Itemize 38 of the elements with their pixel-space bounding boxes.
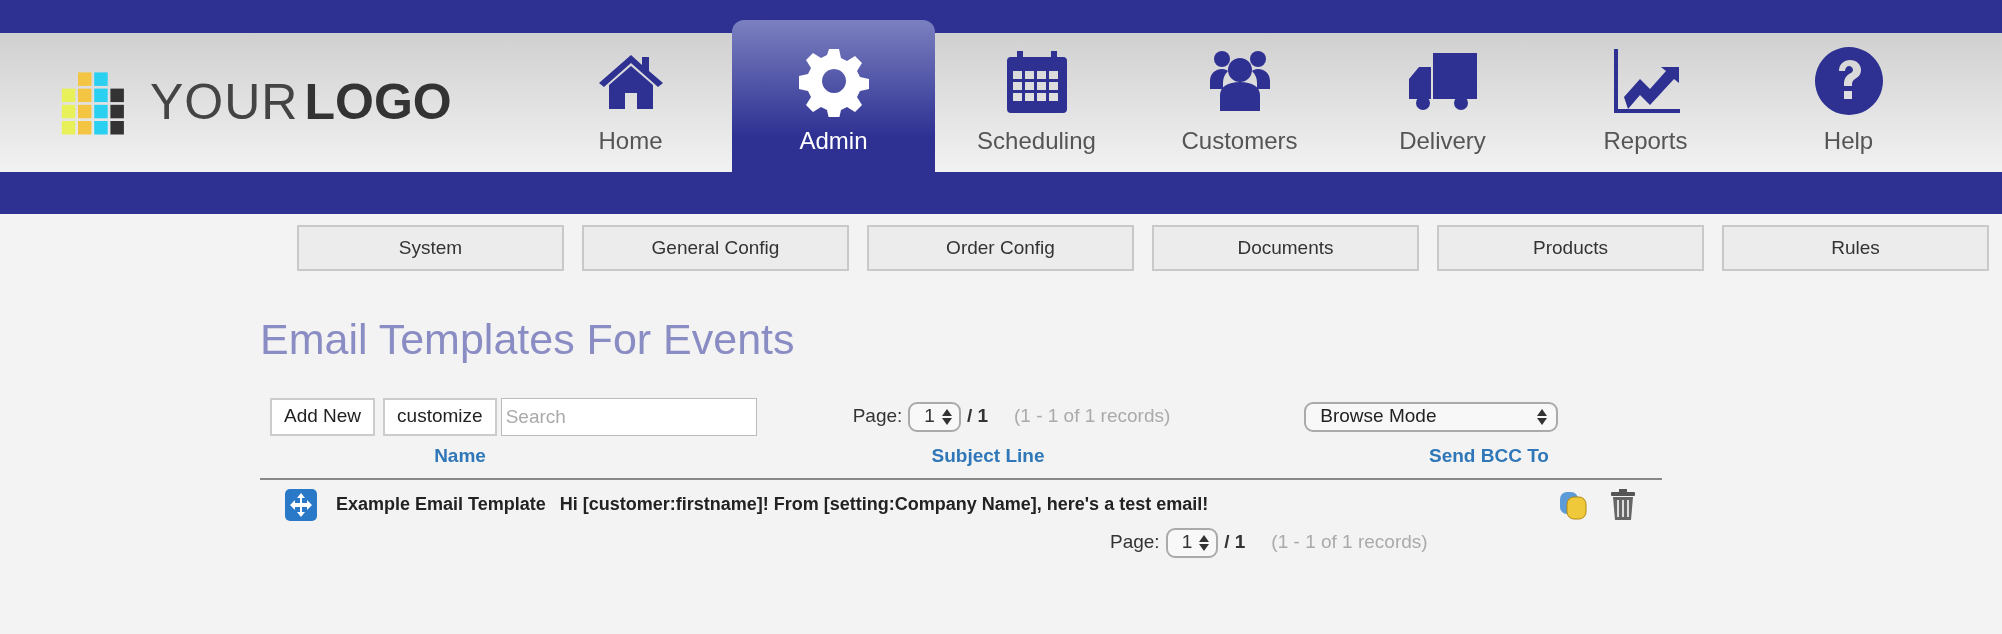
page-title: Email Templates For Events [260,314,796,365]
subnav-button[interactable]: Documents [1152,225,1419,271]
nav-tab[interactable]: Scheduling [935,33,1138,172]
search-field[interactable]: Search [500,397,757,436]
toolbar-button[interactable]: Add New [270,397,376,436]
records-count: (1 - 1 of 1 records) [1014,404,1171,429]
updown-arrows-icon [1198,533,1211,552]
page-select[interactable]: 1 [908,401,961,432]
subnav-button[interactable]: System [297,225,564,271]
updown-arrows-icon [1536,407,1549,426]
nav-tab[interactable]: Delivery [1341,33,1544,172]
trash-icon[interactable] [1610,488,1636,521]
pager-label: Page: [852,404,903,429]
column-header[interactable]: Subject Line [660,442,1316,471]
move-arrows-icon[interactable] [284,487,318,522]
column-header[interactable]: Send BCC To [1316,442,1662,471]
logo-text: LOGO [304,73,452,132]
subject-line: Hi [customer:firstname]! From [setting:Company Name], here's a test email! [559,493,1209,516]
logo-text: YOUR [150,73,299,132]
nav-tab[interactable]: Home [529,33,732,172]
nav-tab[interactable]: Reports [1544,33,1747,172]
nav-tab[interactable]: Customers [1138,33,1341,172]
column-header[interactable]: Name [260,442,660,471]
updown-arrows-icon [940,407,953,426]
page-total: / 1 [966,404,988,429]
pager-label: Page: [1110,530,1160,555]
subnav-button[interactable]: General Config [582,225,849,271]
subnav-button[interactable]: Rules [1722,225,1989,271]
page-total: / 1 [1224,530,1246,555]
question-icon [1812,45,1885,117]
toolbar-button[interactable]: customize [383,397,497,436]
mode-select[interactable]: Browse Mode [1304,401,1559,432]
nav-tab[interactable]: Help [1747,33,1950,172]
page-select[interactable]: 1 [1165,527,1219,558]
subnav-button[interactable]: Products [1437,225,1704,271]
records-count: (1 - 1 of 1 records) [1271,530,1428,555]
template-name[interactable]: Example Email Template [336,491,546,518]
subnav-button[interactable]: Order Config [867,225,1134,271]
